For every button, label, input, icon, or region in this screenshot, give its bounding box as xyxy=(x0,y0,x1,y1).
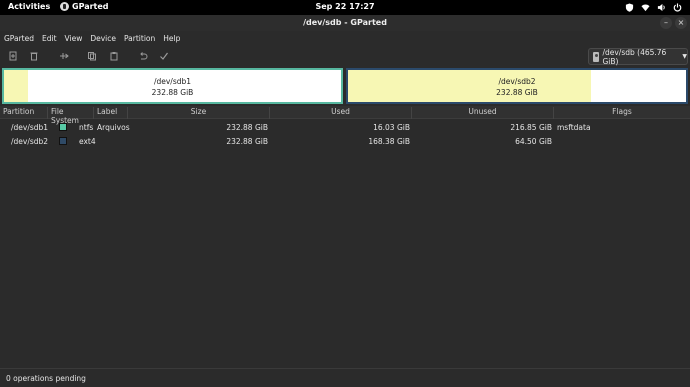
copy-icon xyxy=(88,52,96,61)
partition-block-sdb2[interactable]: /dev/sdb2 232.88 GiB xyxy=(346,68,688,104)
cell-size: 232.88 GiB xyxy=(226,123,268,132)
cell-filesystem: ntfs xyxy=(79,123,94,132)
system-tray[interactable] xyxy=(625,1,682,14)
gparted-window: /dev/sdb - GParted – × GParted Edit View… xyxy=(0,15,690,387)
menu-help[interactable]: Help xyxy=(163,34,180,43)
paste-button[interactable] xyxy=(107,49,121,63)
paste-icon xyxy=(110,52,118,61)
app-name-label: GParted xyxy=(72,2,109,11)
col-size[interactable]: Size xyxy=(128,107,270,119)
new-partition-button[interactable] xyxy=(6,49,20,63)
hard-disk-icon xyxy=(593,51,600,62)
shield-icon[interactable] xyxy=(625,3,634,12)
col-partition[interactable]: Partition xyxy=(0,107,48,119)
device-selector-label: /dev/sdb (465.76 GiB) xyxy=(602,47,667,66)
cell-unused: 64.50 GiB xyxy=(515,137,552,146)
window-title: /dev/sdb - GParted xyxy=(303,18,387,27)
activities-button[interactable]: Activities xyxy=(8,2,50,11)
table-row[interactable]: /dev/sdb1 ntfs Arquivos 232.88 GiB 16.03… xyxy=(0,121,690,135)
operations-pending-status: 0 operations pending xyxy=(6,374,86,383)
cell-partition: /dev/sdb1 xyxy=(11,123,49,132)
col-used[interactable]: Used xyxy=(270,107,412,119)
col-flags[interactable]: Flags xyxy=(554,107,690,119)
delete-partition-button[interactable] xyxy=(27,49,41,63)
cell-unused: 216.85 GiB xyxy=(510,123,552,132)
menu-bar: GParted Edit View Device Partition Help xyxy=(0,31,690,46)
partition-block-name: /dev/sdb2 xyxy=(498,77,536,86)
wifi-icon[interactable] xyxy=(641,3,650,12)
cell-flags: msftdata xyxy=(557,123,591,132)
clock[interactable]: Sep 22 17:27 xyxy=(315,2,374,11)
menu-device[interactable]: Device xyxy=(90,34,116,43)
delete-icon xyxy=(30,52,38,61)
gparted-app-icon xyxy=(60,2,69,11)
col-label[interactable]: Label xyxy=(94,107,128,119)
status-bar: 0 operations pending xyxy=(0,368,690,387)
cell-size: 232.88 GiB xyxy=(226,137,268,146)
menu-view[interactable]: View xyxy=(65,34,83,43)
menu-partition[interactable]: Partition xyxy=(124,34,155,43)
table-row[interactable]: /dev/sdb2 ext4 232.88 GiB 168.38 GiB 64.… xyxy=(0,135,690,149)
resize-move-button[interactable] xyxy=(57,49,71,63)
apply-check-icon xyxy=(160,52,168,60)
table-header: Partition File System Label Size Used Un… xyxy=(0,106,690,125)
minimize-button[interactable]: – xyxy=(660,17,672,29)
power-icon[interactable] xyxy=(673,3,682,12)
cell-filesystem: ext4 xyxy=(79,137,96,146)
cell-label: Arquivos xyxy=(97,123,130,132)
chevron-down-icon: ▼ xyxy=(682,53,687,60)
title-bar[interactable]: /dev/sdb - GParted – × xyxy=(0,15,690,31)
disk-partition-map: /dev/sdb1 232.88 GiB /dev/sdb2 232.88 Gi… xyxy=(2,68,688,104)
col-unused[interactable]: Unused xyxy=(412,107,554,119)
cell-used: 16.03 GiB xyxy=(373,123,410,132)
filesystem-color-swatch xyxy=(59,123,67,131)
close-button[interactable]: × xyxy=(675,17,687,29)
undo-icon xyxy=(140,52,148,60)
menu-gparted[interactable]: GParted xyxy=(4,34,34,43)
col-filesystem[interactable]: File System xyxy=(48,107,94,125)
filesystem-color-swatch xyxy=(59,137,67,145)
copy-button[interactable] xyxy=(85,49,99,63)
system-top-bar: Activities GParted Sep 22 17:27 xyxy=(0,0,690,15)
device-selector[interactable]: /dev/sdb (465.76 GiB) ▼ xyxy=(588,47,688,66)
partition-table: Partition File System Label Size Used Un… xyxy=(0,106,690,368)
cell-partition: /dev/sdb2 xyxy=(11,137,49,146)
new-partition-icon xyxy=(9,51,17,61)
undo-button[interactable] xyxy=(136,49,150,63)
resize-move-icon xyxy=(60,53,69,59)
apply-button[interactable] xyxy=(157,49,171,63)
partition-block-sdb1[interactable]: /dev/sdb1 232.88 GiB xyxy=(2,68,343,104)
menu-edit[interactable]: Edit xyxy=(42,34,57,43)
partition-block-name: /dev/sdb1 xyxy=(153,77,192,86)
volume-icon[interactable] xyxy=(657,3,666,12)
partition-block-size: 232.88 GiB xyxy=(151,88,194,97)
cell-used: 168.38 GiB xyxy=(368,137,410,146)
toolbar: /dev/sdb (465.76 GiB) ▼ xyxy=(0,46,690,67)
app-menu-button[interactable]: GParted xyxy=(60,2,109,11)
partition-block-size: 232.88 GiB xyxy=(496,88,538,97)
